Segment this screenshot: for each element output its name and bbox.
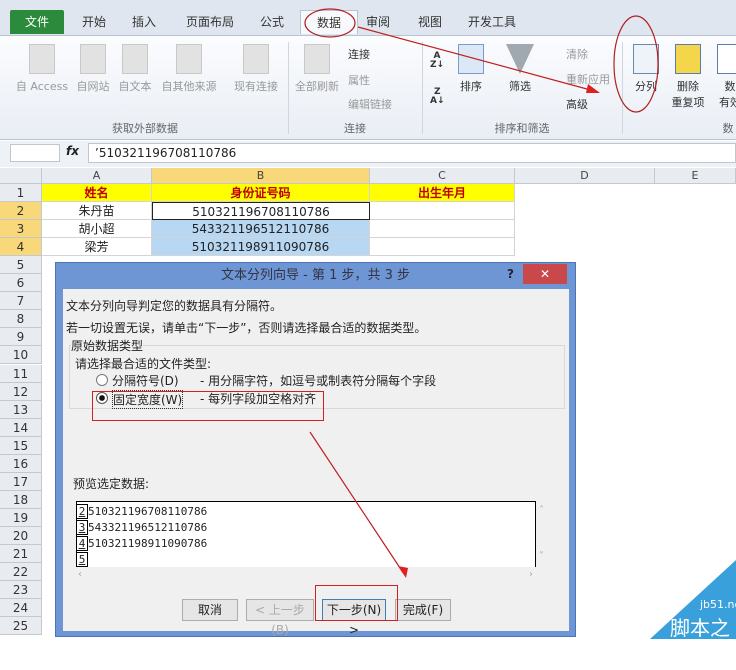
annotation-arrow-to-split — [357, 26, 599, 93]
arrowhead — [398, 566, 408, 578]
annotation-circle-data-tab — [304, 8, 356, 38]
annotation-arrow-to-next — [309, 431, 405, 575]
arrowhead — [586, 84, 600, 93]
watermark-url: jb51.net — [700, 598, 736, 611]
watermark-name: 脚本之家 — [670, 616, 730, 669]
annotation-overlay — [304, 8, 736, 639]
annotation-circle-split — [613, 15, 659, 113]
